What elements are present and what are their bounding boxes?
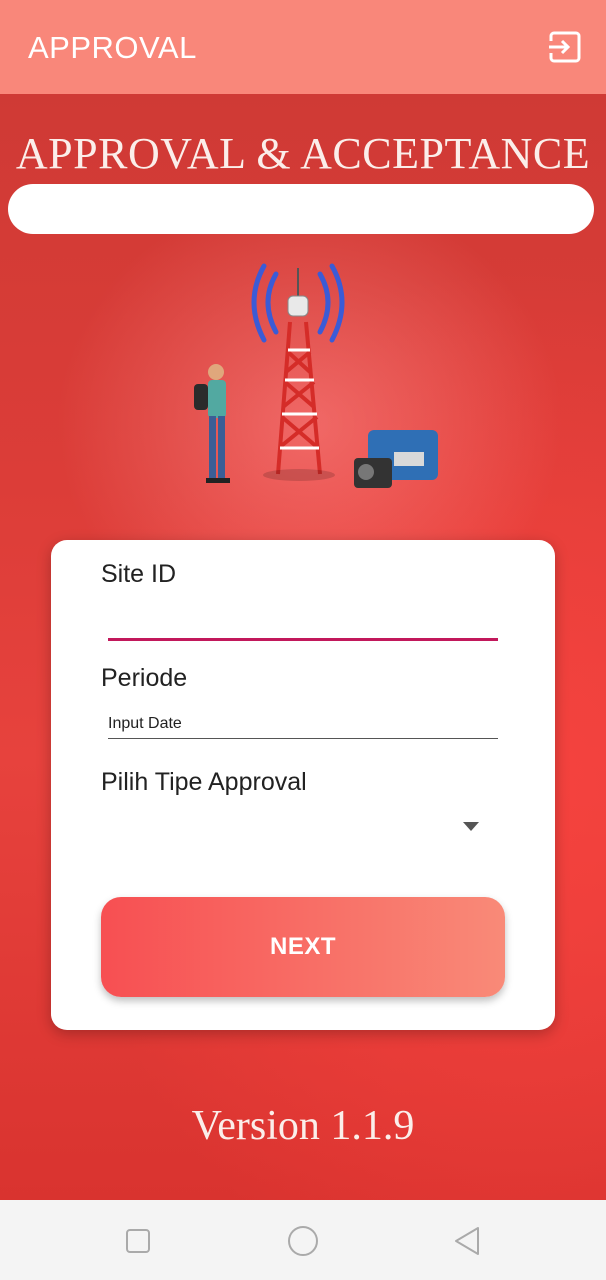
logout-icon bbox=[548, 31, 581, 63]
tower-illustration bbox=[194, 263, 438, 488]
logout-button[interactable] bbox=[546, 28, 584, 66]
app-bar: APPROVAL bbox=[0, 0, 606, 94]
back-button[interactable] bbox=[450, 1224, 484, 1258]
redacted-subtitle bbox=[8, 184, 594, 234]
site-id-input[interactable] bbox=[108, 598, 498, 641]
tipe-approval-label: Pilih Tipe Approval bbox=[101, 768, 307, 796]
approval-form-card: Site ID Periode Pilih Tipe Approval NEXT bbox=[51, 540, 555, 1030]
app-bar-title: APPROVAL bbox=[28, 30, 197, 65]
tipe-approval-select[interactable] bbox=[108, 800, 498, 858]
back-icon bbox=[455, 1227, 479, 1255]
main-background: APPROVAL & ACCEPTANCE Site ID Periode In… bbox=[0, 94, 606, 1200]
periode-date-input[interactable] bbox=[108, 710, 498, 739]
hero-title: APPROVAL & ACCEPTANCE bbox=[15, 129, 591, 178]
home-icon bbox=[288, 1226, 318, 1256]
system-nav-bar bbox=[0, 1200, 606, 1280]
periode-label: Periode bbox=[101, 664, 188, 692]
site-id-label: Site ID bbox=[101, 560, 177, 588]
dropdown-arrow-icon bbox=[463, 822, 479, 831]
recent-apps-icon bbox=[126, 1229, 150, 1253]
recent-apps-button[interactable] bbox=[121, 1224, 155, 1258]
home-button[interactable] bbox=[286, 1224, 320, 1258]
next-button[interactable]: NEXT bbox=[101, 897, 505, 997]
version-label: Version 1.1.9 bbox=[191, 1103, 415, 1149]
